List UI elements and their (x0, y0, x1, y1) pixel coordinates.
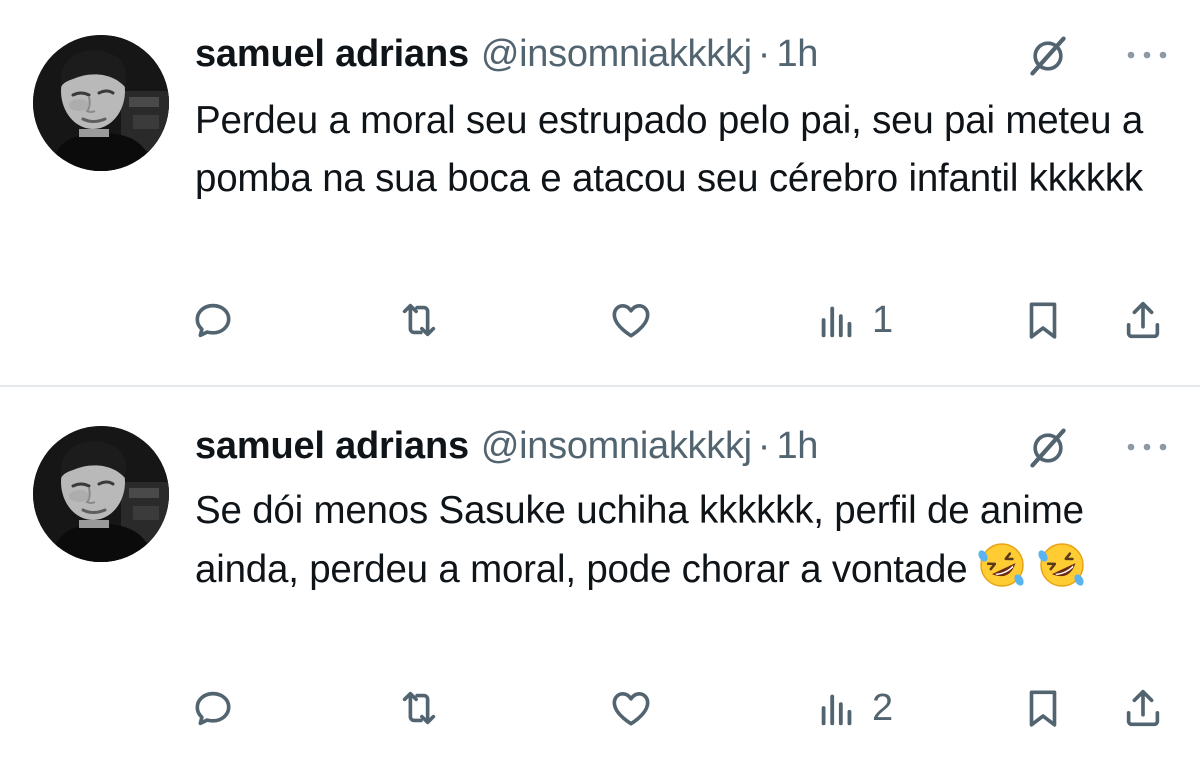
separator-dot: · (757, 424, 771, 467)
views-count: 2 (872, 686, 894, 729)
tweet[interactable]: samuel adrians @insomniakkkkj · 1h Se dó… (0, 388, 1200, 765)
bookmark-button[interactable] (1020, 292, 1066, 348)
retweet-button[interactable] (396, 680, 442, 736)
heart-icon (608, 297, 654, 343)
tweet-text-content: Perdeu a moral seu estrupado pelo pai, s… (195, 99, 1144, 200)
rolling-on-floor-laughing-emoji (977, 540, 1027, 590)
views-button[interactable]: 2 (814, 680, 893, 736)
tweet-text-content: Se dói menos Sasuke uchiha kkkkkk, perfi… (195, 489, 1084, 591)
reply-icon (190, 685, 236, 731)
tweet-text: Perdeu a moral seu estrupado pelo pai, s… (195, 92, 1175, 208)
bookmark-icon (1020, 297, 1066, 343)
display-name[interactable]: samuel adrians (195, 425, 469, 468)
rolling-on-floor-laughing-emoji (1037, 540, 1087, 590)
avatar[interactable] (33, 426, 169, 562)
views-button[interactable]: 1 (814, 292, 893, 348)
heart-icon (608, 685, 654, 731)
action-bar: 1 (190, 292, 1170, 348)
avatar[interactable] (33, 35, 169, 171)
views-count: 1 (872, 298, 894, 341)
views-icon (814, 685, 860, 731)
user-handle[interactable]: @insomniakkkkj (481, 33, 752, 76)
share-button[interactable] (1120, 680, 1166, 736)
timestamp[interactable]: 1h (776, 33, 818, 76)
views-icon (814, 297, 860, 343)
avatar-image (33, 426, 169, 562)
tweet-header: samuel adrians @insomniakkkkj · 1h (195, 416, 1170, 476)
retweet-icon (396, 297, 442, 343)
bookmark-icon (1020, 685, 1066, 731)
share-icon (1120, 685, 1166, 731)
share-button[interactable] (1120, 292, 1166, 348)
like-button[interactable] (608, 292, 654, 348)
action-bar: 2 (190, 680, 1170, 736)
grok-icon[interactable] (1026, 426, 1070, 470)
user-handle[interactable]: @insomniakkkkj (481, 425, 752, 468)
more-icon[interactable] (1124, 42, 1170, 68)
tweet[interactable]: samuel adrians @insomniakkkkj · 1h Perde… (0, 0, 1200, 386)
share-icon (1120, 297, 1166, 343)
grok-icon[interactable] (1026, 34, 1070, 78)
tweet-text: Se dói menos Sasuke uchiha kkkkkk, perfi… (195, 482, 1175, 599)
display-name[interactable]: samuel adrians (195, 33, 469, 76)
tweet-header: samuel adrians @insomniakkkkj · 1h (195, 24, 1170, 84)
reply-icon (190, 297, 236, 343)
separator-dot: · (757, 32, 771, 75)
tweet-divider (0, 385, 1200, 387)
like-button[interactable] (608, 680, 654, 736)
avatar-image (33, 35, 169, 171)
reply-button[interactable] (190, 292, 236, 348)
bookmark-button[interactable] (1020, 680, 1066, 736)
timestamp[interactable]: 1h (776, 425, 818, 468)
retweet-button[interactable] (396, 292, 442, 348)
retweet-icon (396, 685, 442, 731)
reply-button[interactable] (190, 680, 236, 736)
more-icon[interactable] (1124, 434, 1170, 460)
